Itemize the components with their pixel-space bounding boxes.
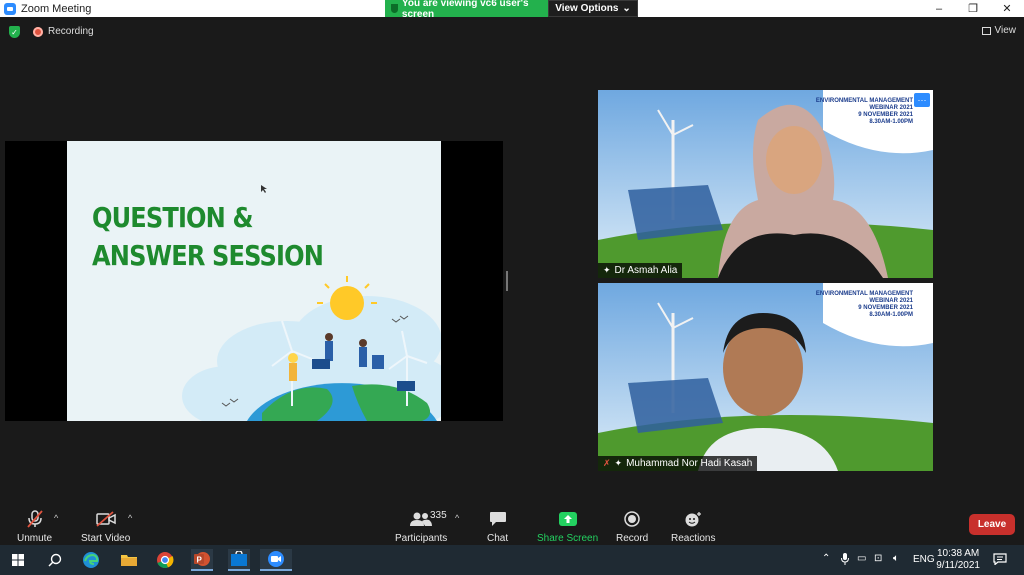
slide-title-line-1: QUESTION & (92, 201, 253, 234)
video-options-caret-icon[interactable]: ^ (128, 513, 132, 523)
windows-taskbar: P ⌃ ▭ ⊡ 🔈︎ ENG 10:38 AM 9/11/2021 (0, 545, 1024, 575)
close-button[interactable]: ✕ (990, 0, 1024, 17)
webinar-banner-line-1: ENVIRONMENTAL MANAGEMENT (815, 98, 913, 104)
panel-resize-handle[interactable] (506, 271, 508, 291)
more-options-button[interactable]: ··· (914, 93, 930, 107)
edge-browser-icon[interactable] (80, 549, 102, 571)
participant-name-tag: ✗ ✦ Muhammad Nor Hadi Kasah (598, 456, 758, 471)
share-screen-label: Share Screen (537, 533, 599, 544)
reactions-button[interactable]: Reactions (671, 509, 715, 544)
webinar-banner-line-2: WEBINAR 2021 (869, 298, 913, 304)
clock-time: 10:38 AM (936, 548, 980, 559)
restore-button[interactable]: ❐ (956, 0, 990, 17)
chevron-down-icon: ⌄ (622, 3, 631, 14)
participants-count: 335 (430, 510, 447, 521)
view-options-label: View Options (555, 3, 619, 14)
share-screen-icon (558, 509, 578, 529)
clock-date: 9/11/2021 (936, 560, 980, 571)
chat-icon (489, 509, 507, 529)
microphone-icon[interactable] (841, 553, 849, 568)
video-tile-hadi[interactable]: ENVIRONMENTAL MANAGEMENT WEBINAR 2021 9 … (598, 283, 933, 471)
zoom-logo-icon (4, 2, 16, 15)
viewing-indicator: You are viewing vc6 user's screen (385, 0, 548, 20)
zoom-meeting-window: Zoom Meeting – ❐ ✕ You are viewing vc6 u… (0, 0, 1024, 575)
audio-options-caret-icon[interactable]: ^ (54, 513, 58, 523)
start-video-button[interactable]: Start Video (81, 509, 130, 544)
tray-overflow-icon[interactable]: ⌃ (822, 553, 830, 564)
window-title: Zoom Meeting (21, 2, 92, 15)
zoom-taskbar-icon[interactable] (260, 549, 292, 571)
webinar-banner-line-3: 9 NOVEMBER 2021 (858, 112, 913, 118)
unmute-button[interactable]: Unmute (17, 509, 52, 544)
view-options-button[interactable]: View Options ⌄ (548, 0, 638, 17)
pin-icon: ✦ (614, 458, 623, 468)
webinar-banner-line-4: 8.30AM-1.00PM (869, 119, 913, 125)
notifications-icon[interactable] (993, 553, 1007, 568)
powerpoint-icon[interactable]: P (191, 549, 213, 571)
muted-mic-icon: ✗ (603, 458, 611, 468)
recording-indicator[interactable]: Recording (33, 26, 94, 37)
participant-name-tag: ✦ Dr Asmah Alia (598, 263, 683, 278)
video-tile-asmah[interactable]: ENVIRONMENTAL MANAGEMENT WEBINAR 2021 9 … (598, 90, 933, 278)
webinar-banner: ENVIRONMENTAL MANAGEMENT WEBINAR 2021 9 … (816, 291, 913, 319)
network-icon[interactable]: ⊡ (874, 553, 882, 564)
video-off-icon (95, 509, 116, 529)
chrome-icon[interactable] (154, 549, 176, 571)
security-shield-icon[interactable]: ✓ (9, 26, 20, 38)
participant-name: Dr Asmah Alia (614, 265, 678, 276)
slide-title-line-2: ANSWER SESSION (92, 239, 324, 272)
recording-icon (33, 26, 43, 37)
screen-share-banner: You are viewing vc6 user's screen View O… (385, 0, 638, 20)
volume-icon[interactable]: 🔈︎ (893, 553, 899, 564)
recording-label: Recording (48, 26, 94, 37)
svg-text:P: P (197, 556, 203, 565)
chat-label: Chat (487, 533, 509, 544)
unmute-label: Unmute (17, 533, 53, 544)
reactions-icon (684, 509, 702, 529)
input-language[interactable]: ENG (913, 554, 935, 565)
share-screen-button[interactable]: Share Screen (537, 509, 598, 544)
slide-illustration (182, 185, 441, 421)
file-explorer-icon[interactable] (118, 549, 140, 571)
participant-name: Muhammad Nor Hadi Kasah (626, 458, 753, 469)
shared-screen[interactable]: QUESTION & ANSWER SESSION (5, 141, 503, 421)
record-button[interactable]: Record (616, 509, 648, 544)
view-button[interactable]: View (981, 25, 1017, 36)
view-label: View (994, 25, 1017, 36)
record-icon (624, 509, 640, 529)
webinar-banner-line-1: ENVIRONMENTAL MANAGEMENT (815, 291, 913, 297)
leave-button[interactable]: Leave (969, 514, 1015, 535)
chat-button[interactable]: Chat (487, 509, 508, 544)
app-store-icon[interactable] (228, 549, 250, 571)
window-controls: – ❐ ✕ (922, 0, 1024, 17)
keyboard-icon[interactable]: ▭ (857, 553, 866, 564)
reactions-label: Reactions (671, 533, 716, 544)
muted-mic-icon (26, 509, 43, 529)
participants-icon (410, 509, 433, 529)
webinar-banner-line-2: WEBINAR 2021 (869, 105, 913, 111)
viewing-text: You are viewing vc6 user's screen (401, 0, 529, 20)
minimize-button[interactable]: – (922, 0, 956, 17)
participants-caret-icon[interactable]: ^ (455, 513, 459, 523)
search-icon[interactable] (44, 549, 66, 571)
webinar-banner-line-4: 8.30AM-1.00PM (869, 312, 913, 318)
windows-start-icon[interactable] (7, 549, 29, 571)
presentation-slide: QUESTION & ANSWER SESSION (67, 141, 441, 421)
shield-icon (391, 4, 398, 13)
slide-title: QUESTION & ANSWER SESSION (92, 199, 324, 275)
participants-label: Participants (395, 533, 448, 544)
meeting-toolbar: Unmute ^ Start Video ^ Participants 335 … (0, 505, 1024, 545)
webinar-banner: ENVIRONMENTAL MANAGEMENT WEBINAR 2021 9 … (816, 98, 913, 126)
record-label: Record (616, 533, 649, 544)
grid-view-icon (981, 26, 991, 35)
pin-icon: ✦ (603, 265, 611, 275)
webinar-banner-line-3: 9 NOVEMBER 2021 (858, 305, 913, 311)
start-video-label: Start Video (81, 533, 131, 544)
system-clock[interactable]: 10:38 AM 9/11/2021 (936, 548, 980, 572)
